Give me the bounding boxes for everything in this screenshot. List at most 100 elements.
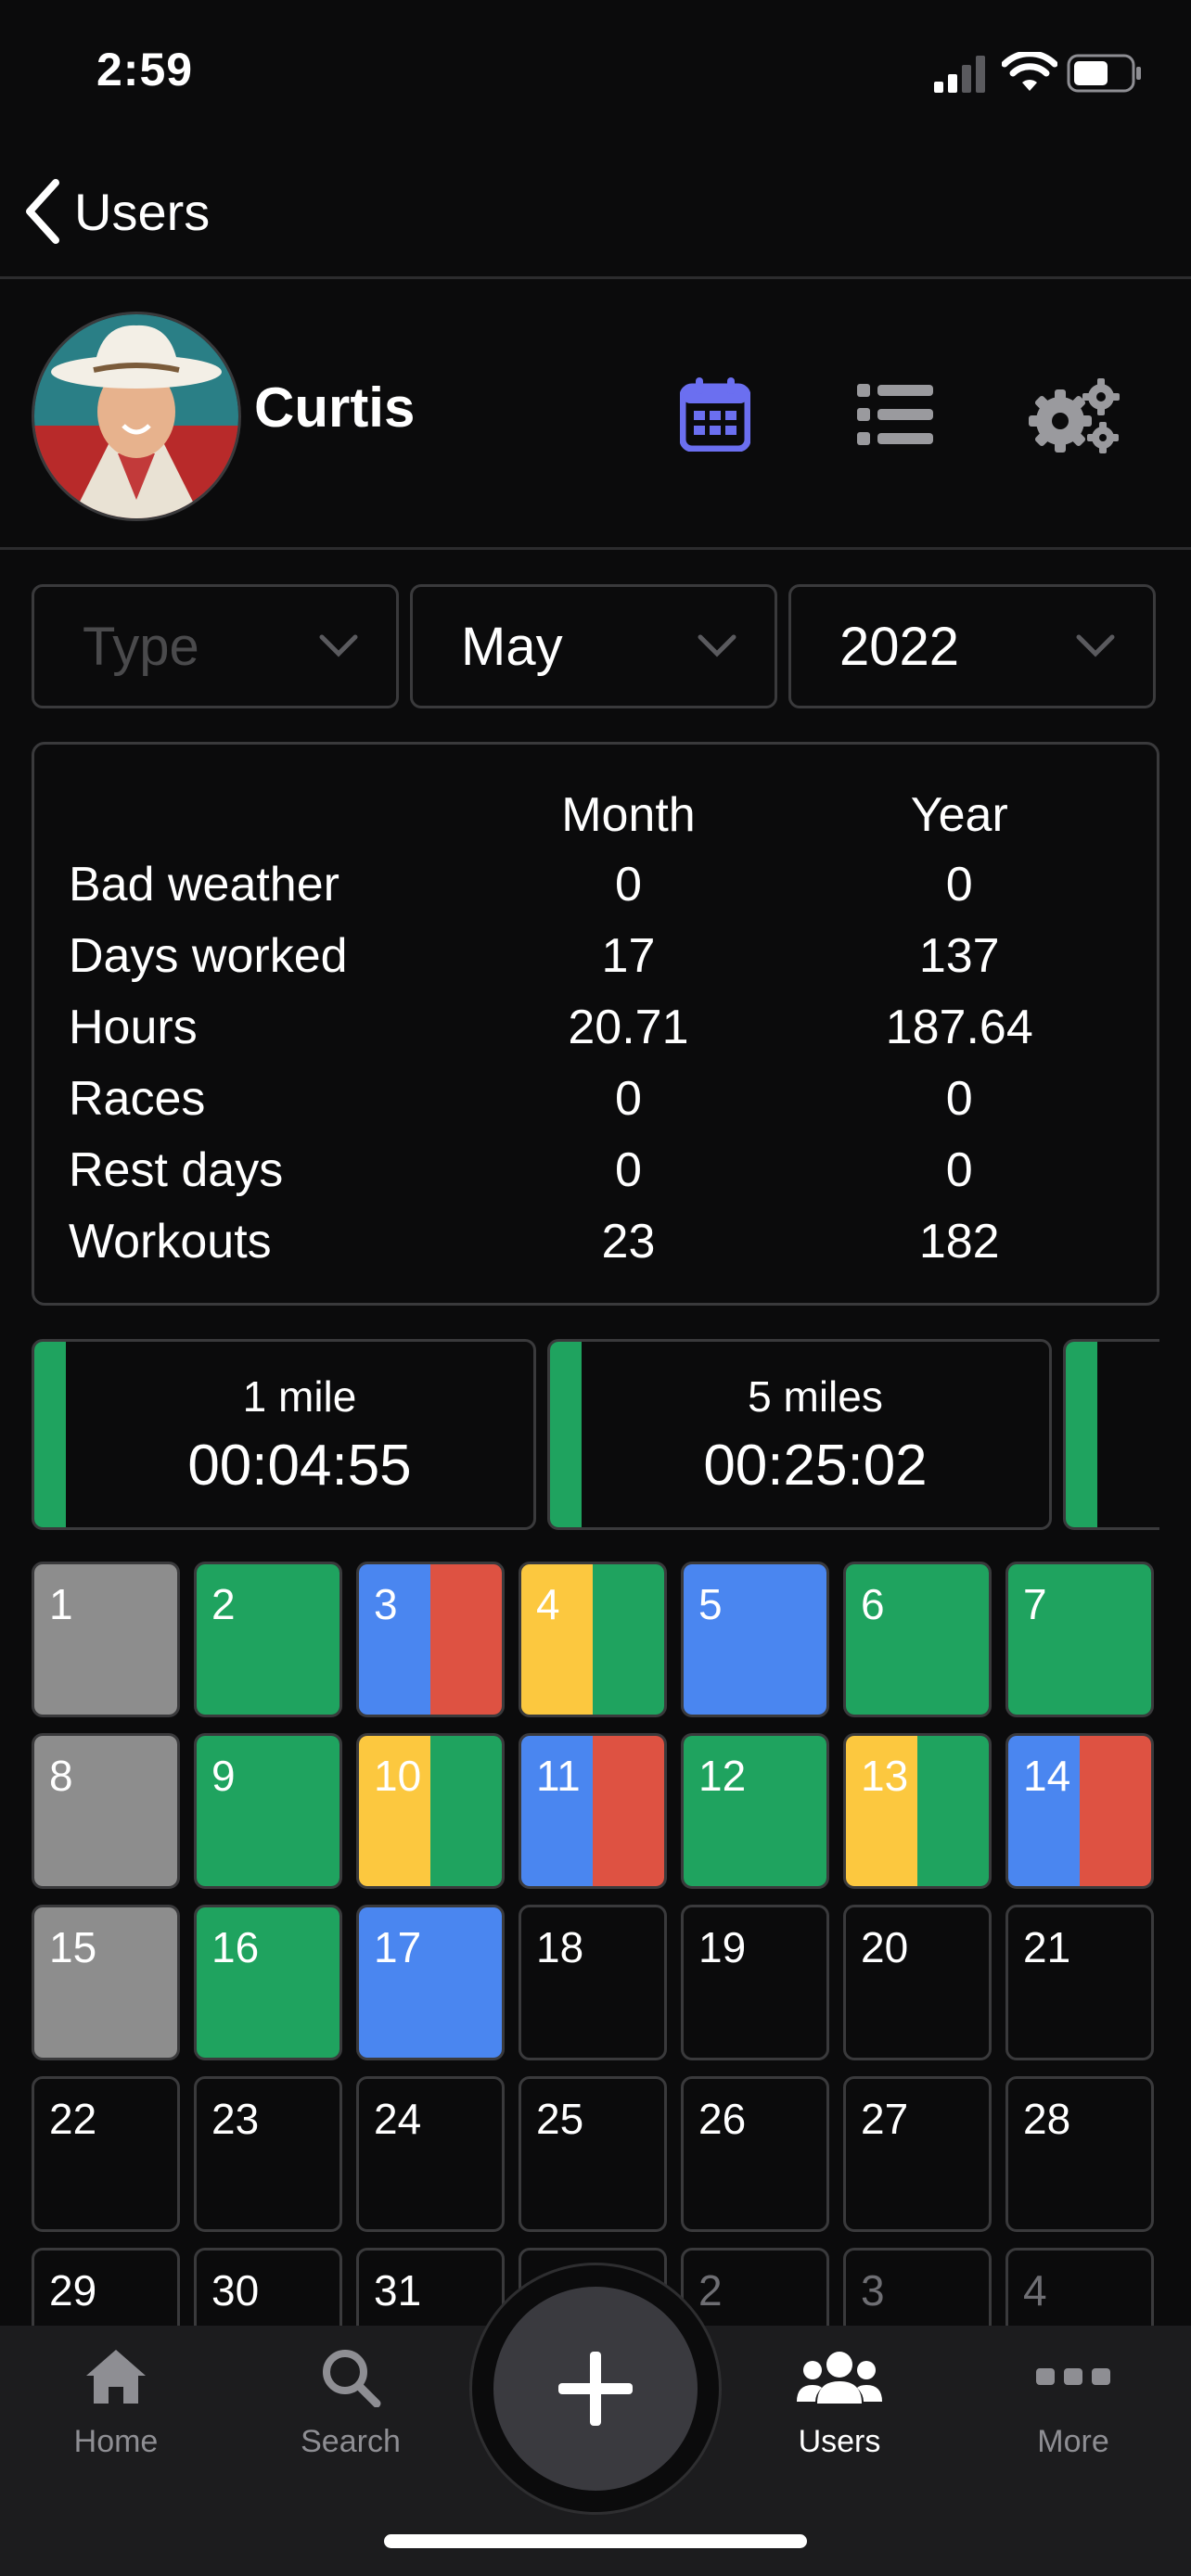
stat-month: 17 xyxy=(601,928,656,983)
calendar-icon[interactable] xyxy=(680,376,750,452)
calendar-day[interactable]: 28 xyxy=(1005,2076,1154,2232)
calendar-day[interactable]: 19 xyxy=(681,1905,829,2060)
record-card[interactable]: 1 mile 00:04:55 xyxy=(32,1339,536,1530)
calendar-day[interactable]: 5 xyxy=(681,1562,829,1717)
tab-search[interactable]: Search xyxy=(258,2346,443,2460)
calendar-day[interactable]: 2 xyxy=(194,1562,342,1717)
calendar-day[interactable]: 17 xyxy=(356,1905,505,2060)
month-dropdown[interactable]: May xyxy=(410,584,777,708)
tab-search-label: Search xyxy=(301,2424,401,2459)
calendar-day-number: 9 xyxy=(211,1752,236,1800)
wifi-icon xyxy=(1002,52,1057,91)
record-accent-bar xyxy=(34,1342,66,1527)
calendar-day[interactable]: 22 xyxy=(32,2076,180,2232)
type-dropdown[interactable]: Type xyxy=(32,584,399,708)
records-carousel[interactable]: 1 mile 00:04:55 5 miles 00:25:02 xyxy=(32,1339,1159,1532)
stat-year: 0 xyxy=(945,857,973,912)
table-row: Hours 20.71 187.64 xyxy=(68,991,1125,1063)
activity-segment xyxy=(593,1736,664,1886)
gears-icon[interactable] xyxy=(1025,375,1123,458)
calendar-day[interactable]: 20 xyxy=(843,1905,992,2060)
calendar-day[interactable]: 25 xyxy=(519,2076,667,2232)
stat-month: 23 xyxy=(601,1214,656,1269)
record-card[interactable]: 5 miles 00:25:02 xyxy=(547,1339,1052,1530)
back-button[interactable]: Users xyxy=(24,174,210,249)
calendar-day[interactable]: 4 xyxy=(519,1562,667,1717)
activity-segment xyxy=(430,1736,502,1886)
table-row: Bad weather 0 0 xyxy=(68,848,1125,920)
calendar-day[interactable]: 23 xyxy=(194,2076,342,2232)
calendar-day-number: 31 xyxy=(374,2266,422,2315)
home-indicator xyxy=(384,2534,807,2548)
record-time: 00:04:55 xyxy=(187,1434,412,1498)
record-accent-bar xyxy=(550,1342,582,1527)
calendar-day-number: 3 xyxy=(374,1580,398,1628)
calendar-day[interactable]: 21 xyxy=(1005,1905,1154,2060)
calendar-day[interactable]: 7 xyxy=(1005,1562,1154,1717)
calendar-day-number: 17 xyxy=(374,1923,422,1971)
calendar-day-number: 5 xyxy=(698,1580,723,1628)
calendar-day-number: 30 xyxy=(211,2266,260,2315)
calendar-day[interactable]: 15 xyxy=(32,1905,180,2060)
calendar-day-number: 22 xyxy=(49,2095,97,2143)
stat-month: 0 xyxy=(615,1071,642,1126)
calendar-day[interactable]: 3 xyxy=(356,1562,505,1717)
calendar-day-number: 25 xyxy=(536,2095,584,2143)
stat-month: 0 xyxy=(615,857,642,912)
calendar-day[interactable]: 24 xyxy=(356,2076,505,2232)
activity-segment xyxy=(917,1736,989,1886)
calendar-day[interactable]: 16 xyxy=(194,1905,342,2060)
tab-more-label: More xyxy=(1037,2424,1109,2459)
calendar-day-number: 29 xyxy=(49,2266,97,2315)
calendar-day-number: 19 xyxy=(698,1923,747,1971)
table-row: Workouts 23 182 xyxy=(68,1205,1125,1277)
calendar-day-number: 2 xyxy=(211,1580,236,1628)
tab-users[interactable]: Users xyxy=(747,2346,932,2460)
calendar-day-number: 27 xyxy=(861,2095,909,2143)
chevron-down-icon xyxy=(698,634,736,657)
stats-panel: Month Year Bad weather 0 0 Days worked 1… xyxy=(32,742,1159,1306)
calendar-day[interactable]: 10 xyxy=(356,1733,505,1889)
calendar-day-number: 11 xyxy=(536,1752,581,1800)
year-value: 2022 xyxy=(839,616,960,677)
divider xyxy=(0,276,1191,279)
calendar-day[interactable]: 11 xyxy=(519,1733,667,1889)
tab-home-label: Home xyxy=(73,2424,159,2459)
home-icon xyxy=(86,2350,146,2404)
tab-home[interactable]: Home xyxy=(23,2346,209,2460)
calendar-day-number: 12 xyxy=(698,1752,747,1800)
record-card[interactable] xyxy=(1063,1339,1159,1530)
calendar-day[interactable]: 26 xyxy=(681,2076,829,2232)
add-button[interactable] xyxy=(493,2287,698,2491)
back-label: Users xyxy=(74,182,211,241)
calendar-day[interactable]: 27 xyxy=(843,2076,992,2232)
calendar-day-number: 7 xyxy=(1023,1580,1047,1628)
table-row: Days worked 17 137 xyxy=(68,920,1125,991)
search-icon xyxy=(323,2350,381,2407)
calendar-day[interactable]: 1 xyxy=(32,1562,180,1717)
calendar-day[interactable]: 8 xyxy=(32,1733,180,1889)
stat-label: Workouts xyxy=(69,1214,272,1269)
calendar-day-number: 18 xyxy=(536,1923,584,1971)
stat-year: 0 xyxy=(945,1142,973,1197)
calendar-day[interactable]: 6 xyxy=(843,1562,992,1717)
users-icon xyxy=(797,2352,882,2404)
calendar-day[interactable]: 13 xyxy=(843,1733,992,1889)
calendar-day-number: 1 xyxy=(49,1580,73,1628)
year-dropdown[interactable]: 2022 xyxy=(788,584,1156,708)
list-icon[interactable] xyxy=(855,382,935,447)
calendar-day-number: 8 xyxy=(49,1752,73,1800)
calendar-day-number: 15 xyxy=(49,1923,97,1971)
calendar-day[interactable]: 18 xyxy=(519,1905,667,2060)
record-distance: 1 mile xyxy=(242,1372,357,1421)
calendar-day-number: 23 xyxy=(211,2095,260,2143)
calendar-day[interactable]: 9 xyxy=(194,1733,342,1889)
stat-label: Hours xyxy=(69,1000,198,1054)
stat-label: Bad weather xyxy=(69,857,339,912)
tab-more[interactable]: More xyxy=(980,2346,1166,2460)
stat-label: Rest days xyxy=(69,1142,284,1197)
calendar-day[interactable]: 12 xyxy=(681,1733,829,1889)
calendar-day[interactable]: 14 xyxy=(1005,1733,1154,1889)
chevron-down-icon xyxy=(319,634,358,657)
battery-icon xyxy=(1067,54,1141,93)
